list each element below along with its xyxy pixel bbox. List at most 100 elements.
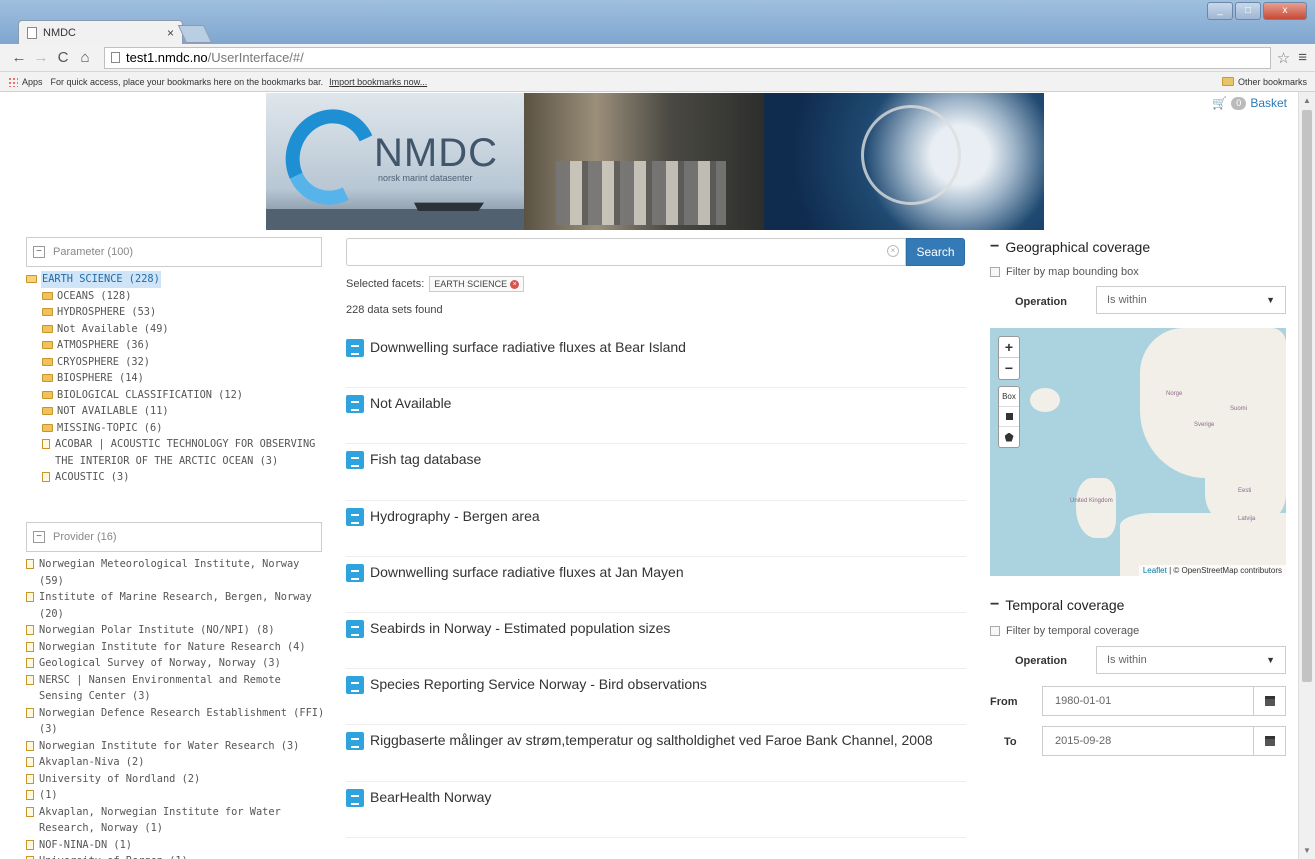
result-item[interactable]: Riggbaserte målinger av strøm,temperatur… bbox=[346, 725, 966, 782]
to-date-field[interactable]: 2015-09-28 bbox=[1042, 726, 1286, 756]
add-to-basket-icon[interactable] bbox=[346, 563, 364, 582]
result-item[interactable]: Not Available bbox=[346, 388, 966, 445]
provider-item[interactable]: Norwegian Meteorological Institute, Norw… bbox=[26, 556, 326, 589]
reload-button[interactable]: C bbox=[52, 49, 74, 66]
browser-menu-icon[interactable]: ≡ bbox=[1298, 49, 1307, 66]
home-button[interactable]: ⌂ bbox=[74, 49, 96, 66]
calendar-icon[interactable] bbox=[1253, 687, 1285, 715]
import-bookmarks-link[interactable]: Import bookmarks now... bbox=[329, 77, 427, 87]
polygon-draw-button[interactable] bbox=[999, 427, 1019, 447]
result-title[interactable]: Hydrography - Bergen area bbox=[370, 508, 960, 525]
tree-item-leaf[interactable]: ACOBAR | ACOUSTIC TECHNOLOGY FOR OBSERVI… bbox=[42, 436, 326, 469]
other-bookmarks[interactable]: Other bookmarks bbox=[1221, 77, 1307, 87]
tree-item-folder[interactable]: BIOLOGICAL CLASSIFICATION (12) bbox=[42, 387, 326, 404]
tree-item-selected[interactable]: EARTH SCIENCE (228) bbox=[26, 271, 326, 288]
provider-item[interactable]: Akvaplan, Norwegian Institute for Water … bbox=[26, 804, 326, 837]
scroll-down-icon[interactable]: ▼ bbox=[1303, 846, 1311, 855]
provider-item[interactable]: NOF-NINA-DN (1) bbox=[26, 837, 326, 854]
result-title[interactable]: Species Reporting Service Norway - Bird … bbox=[370, 676, 960, 693]
forward-button[interactable]: → bbox=[30, 49, 52, 66]
temporal-section-title[interactable]: − Temporal coverage bbox=[990, 596, 1124, 614]
temporal-filter[interactable]: Filter by temporal coverage bbox=[990, 625, 1139, 637]
result-item[interactable]: Seabirds in Norway - Estimated populatio… bbox=[346, 613, 966, 670]
result-title[interactable]: Fish tag database bbox=[370, 451, 960, 468]
add-to-basket-icon[interactable] bbox=[346, 788, 364, 807]
add-to-basket-icon[interactable] bbox=[346, 619, 364, 638]
provider-item[interactable]: Akvaplan-Niva (2) bbox=[26, 754, 326, 771]
result-item[interactable]: Species Reporting Service Norway - Bird … bbox=[346, 669, 966, 726]
leaflet-link[interactable]: Leaflet bbox=[1143, 566, 1167, 575]
zoom-in-button[interactable]: + bbox=[999, 337, 1019, 358]
scrollbar-thumb[interactable] bbox=[1302, 110, 1312, 682]
result-item[interactable]: Hydrography - Bergen area bbox=[346, 501, 966, 557]
search-button[interactable]: Search bbox=[906, 238, 965, 266]
browser-tab[interactable]: NMDC × bbox=[18, 20, 183, 44]
remove-facet-icon[interactable]: × bbox=[510, 279, 520, 289]
result-item[interactable]: Downwelling surface radiative fluxes at … bbox=[346, 332, 966, 389]
tree-item-folder[interactable]: HYDROSPHERE (53) bbox=[42, 304, 326, 321]
result-title[interactable]: Not Available bbox=[370, 395, 960, 412]
apps-link[interactable]: Apps bbox=[22, 77, 43, 87]
apps-icon[interactable] bbox=[8, 76, 18, 87]
add-to-basket-icon[interactable] bbox=[346, 507, 364, 526]
facet-tag[interactable]: EARTH SCIENCE × bbox=[429, 276, 525, 292]
page-scrollbar[interactable]: ▲ ▼ bbox=[1298, 92, 1315, 859]
clear-search-icon[interactable]: × bbox=[887, 245, 899, 257]
add-to-basket-icon[interactable] bbox=[346, 451, 364, 470]
provider-item[interactable]: Norwegian Defence Research Establishment… bbox=[26, 705, 326, 738]
provider-item[interactable]: Norwegian Institute for Nature Research … bbox=[26, 639, 326, 656]
tree-item-folder[interactable]: ATMOSPHERE (36) bbox=[42, 337, 326, 354]
bookmark-star-icon[interactable]: ☆ bbox=[1277, 49, 1290, 67]
tree-item-leaf[interactable]: ACOUSTIC (3) bbox=[42, 469, 326, 486]
result-title[interactable]: Downwelling surface radiative fluxes at … bbox=[370, 564, 960, 581]
provider-item[interactable]: University of Bergen (1) bbox=[26, 853, 326, 859]
tab-close-icon[interactable]: × bbox=[167, 26, 174, 40]
back-button[interactable]: ← bbox=[8, 49, 30, 66]
address-bar[interactable]: test1.nmdc.no /UserInterface/#/ bbox=[104, 46, 1271, 69]
basket-link[interactable]: 🛒 0 Basket bbox=[1212, 96, 1287, 110]
tree-item-folder[interactable]: OCEANS (128) bbox=[42, 288, 326, 305]
add-to-basket-icon[interactable] bbox=[346, 339, 364, 357]
provider-item[interactable]: NERSC | Nansen Environmental and Remote … bbox=[26, 672, 326, 705]
provider-item[interactable]: Geological Survey of Norway, Norway (3) bbox=[26, 655, 326, 672]
tree-item-folder[interactable]: Not Available (49) bbox=[42, 321, 326, 338]
result-title[interactable]: Riggbaserte målinger av strøm,temperatur… bbox=[346, 732, 936, 749]
parameter-facet-header[interactable]: − Parameter (100) bbox=[26, 237, 322, 267]
box-draw-button[interactable]: Box bbox=[999, 387, 1019, 407]
result-item[interactable]: BearHealth Norway bbox=[346, 782, 966, 838]
provider-item[interactable]: University of Nordland (2) bbox=[26, 771, 326, 788]
result-title[interactable]: Seabirds in Norway - Estimated populatio… bbox=[370, 620, 960, 637]
geo-operation-select[interactable]: Is within ▼ bbox=[1096, 286, 1286, 314]
coverage-map[interactable]: Norge Suomi Sverige United Kingdom Eesti… bbox=[990, 328, 1286, 576]
result-item[interactable]: Downwelling surface radiative fluxes at … bbox=[346, 557, 966, 613]
calendar-icon[interactable] bbox=[1253, 727, 1285, 755]
scroll-up-icon[interactable]: ▲ bbox=[1303, 96, 1311, 105]
tree-item-folder[interactable]: CRYOSPHERE (32) bbox=[42, 354, 326, 371]
tree-item-folder[interactable]: NOT AVAILABLE (11) bbox=[42, 403, 326, 420]
provider-item[interactable]: (1) bbox=[26, 787, 326, 804]
geo-filter-checkbox[interactable] bbox=[990, 267, 1000, 277]
provider-item[interactable]: Institute of Marine Research, Bergen, No… bbox=[26, 589, 326, 622]
tree-item-folder[interactable]: BIOSPHERE (14) bbox=[42, 370, 326, 387]
geo-filter[interactable]: Filter by map bounding box bbox=[990, 266, 1139, 278]
collapse-icon[interactable]: − bbox=[33, 531, 45, 543]
from-date-field[interactable]: 1980-01-01 bbox=[1042, 686, 1286, 716]
collapse-icon[interactable]: − bbox=[990, 596, 999, 614]
add-to-basket-icon[interactable] bbox=[346, 395, 364, 414]
geo-section-title[interactable]: − Geographical coverage bbox=[990, 238, 1150, 256]
provider-facet-header[interactable]: − Provider (16) bbox=[26, 522, 322, 552]
temporal-operation-select[interactable]: Is within ▼ bbox=[1096, 646, 1286, 674]
rectangle-draw-button[interactable] bbox=[999, 407, 1019, 427]
provider-item[interactable]: Norwegian Polar Institute (NO/NPI) (8) bbox=[26, 622, 326, 639]
collapse-icon[interactable]: − bbox=[33, 246, 45, 258]
minimize-button[interactable]: _ bbox=[1207, 2, 1233, 20]
zoom-out-button[interactable]: − bbox=[999, 358, 1019, 379]
result-item[interactable]: Fish tag database bbox=[346, 444, 966, 501]
search-input[interactable]: × bbox=[346, 238, 906, 266]
temporal-filter-checkbox[interactable] bbox=[990, 626, 1000, 636]
collapse-icon[interactable]: − bbox=[990, 238, 999, 256]
add-to-basket-icon[interactable] bbox=[346, 676, 364, 695]
close-window-button[interactable]: x bbox=[1263, 2, 1307, 20]
provider-item[interactable]: Norwegian Institute for Water Research (… bbox=[26, 738, 326, 755]
result-title[interactable]: BearHealth Norway bbox=[370, 789, 960, 806]
